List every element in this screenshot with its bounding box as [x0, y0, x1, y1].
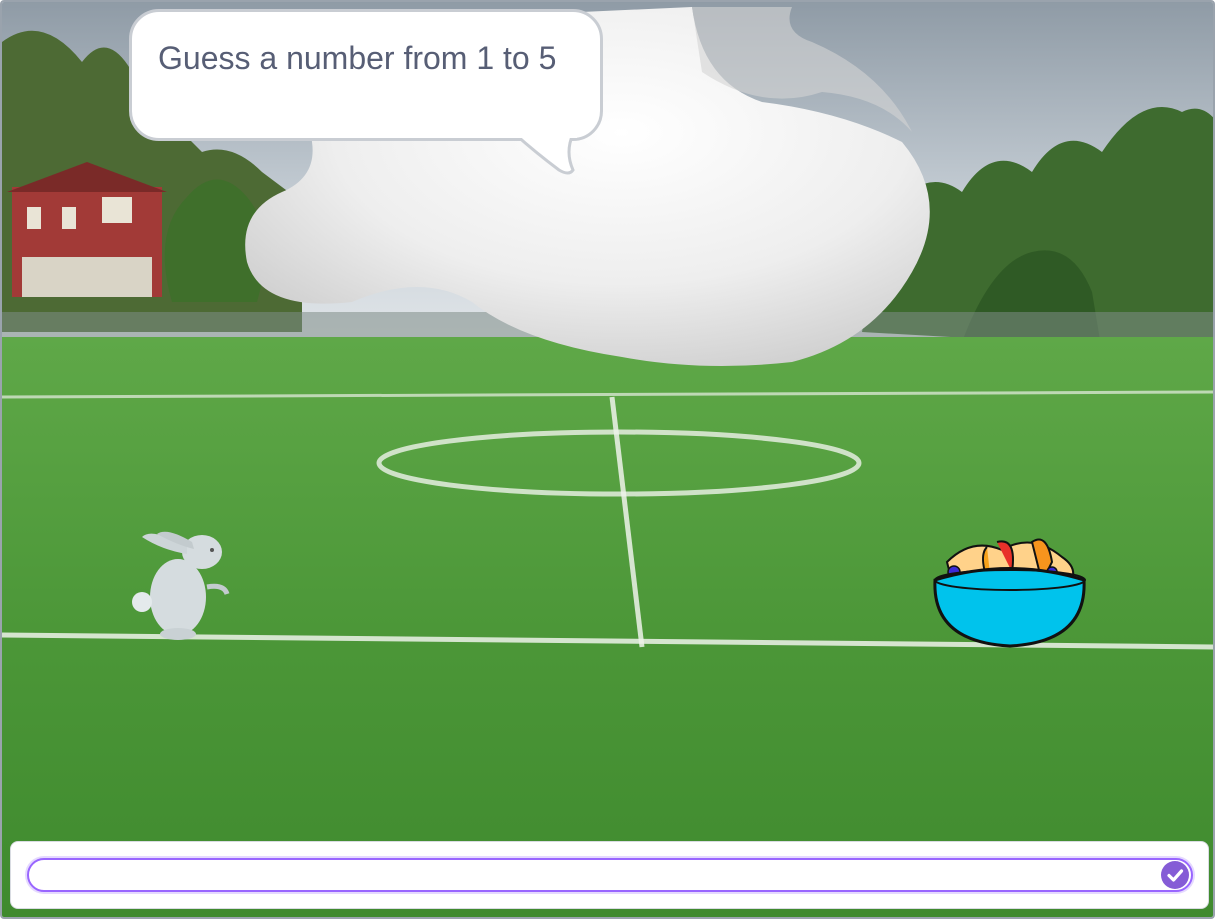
submit-answer-button[interactable]: [1161, 861, 1189, 889]
check-icon: [1167, 869, 1184, 882]
speech-bubble: Guess a number from 1 to 5: [129, 9, 603, 141]
ask-prompt-panel: [10, 841, 1209, 909]
speech-text: Guess a number from 1 to 5: [158, 40, 557, 76]
speech-bubble-tail: [511, 132, 577, 175]
stage[interactable]: Guess a number from 1 to 5: [0, 0, 1215, 919]
answer-input[interactable]: [27, 858, 1193, 892]
